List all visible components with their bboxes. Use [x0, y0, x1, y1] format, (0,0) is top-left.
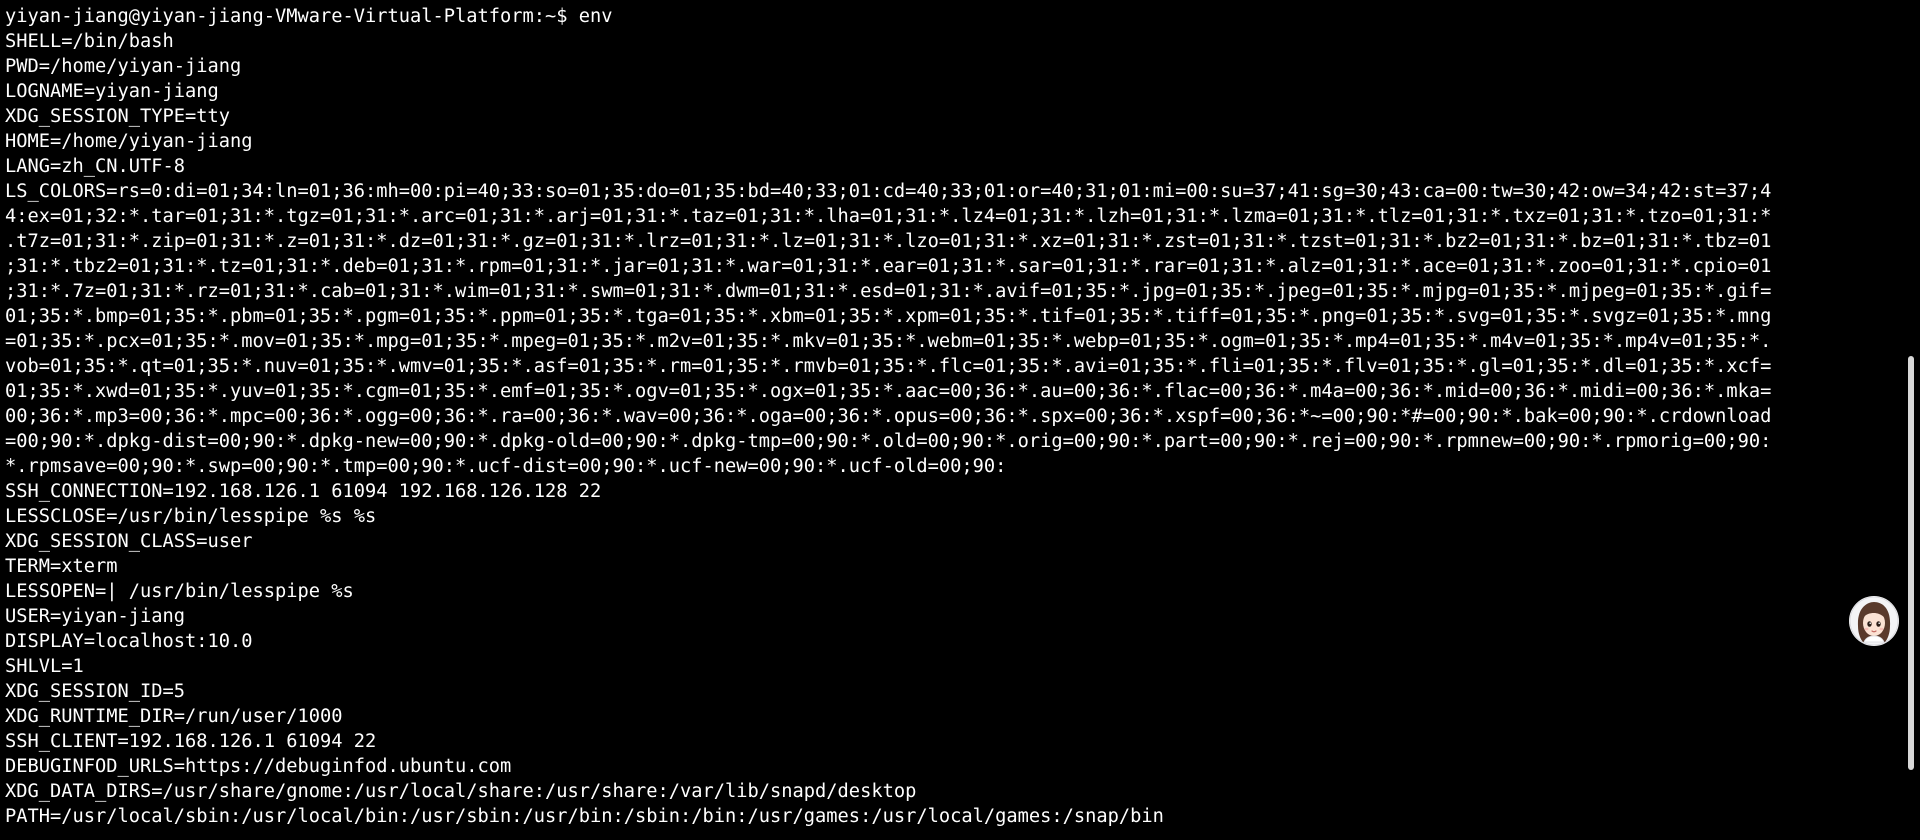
env-line-lessopen: LESSOPEN=| /usr/bin/lesspipe %s	[5, 581, 354, 602]
env-line-ls-colors-wrap: 01;35:*.xwd=01;35:*.yuv=01;35:*.cgm=01;3…	[5, 381, 1772, 402]
env-line-ls-colors-wrap: =00;90:*.dpkg-dist=00;90:*.dpkg-new=00;9…	[5, 431, 1772, 452]
env-line-ls-colors-wrap: 00;36:*.mp3=00;36:*.mpc=00;36:*.ogg=00;3…	[5, 406, 1772, 427]
env-line-pwd: PWD=/home/yiyan-jiang	[5, 56, 242, 77]
env-line-xdg-runtime-dir: XDG_RUNTIME_DIR=/run/user/1000	[5, 706, 343, 727]
env-line-shlvl: SHLVL=1	[5, 656, 84, 677]
env-line-xdg-data-dirs: XDG_DATA_DIRS=/usr/share/gnome:/usr/loca…	[5, 781, 917, 802]
scrollbar-thumb[interactable]	[1908, 356, 1914, 770]
terminal-output[interactable]: yiyan-jiang@yiyan-jiang-VMware-Virtual-P…	[5, 4, 1895, 829]
env-line-ssh-connection: SSH_CONNECTION=192.168.126.1 61094 192.1…	[5, 481, 602, 502]
env-line-shell: SHELL=/bin/bash	[5, 31, 174, 52]
env-line-lang: LANG=zh_CN.UTF-8	[5, 156, 186, 177]
env-line-term: TERM=xterm	[5, 556, 118, 577]
env-line-debuginfod-urls: DEBUGINFOD_URLS=https://debuginfod.ubunt…	[5, 756, 512, 777]
env-line-ls-colors-wrap: .t7z=01;31:*.zip=01;31:*.z=01;31:*.dz=01…	[5, 231, 1772, 252]
terminal-window[interactable]: yiyan-jiang@yiyan-jiang-VMware-Virtual-P…	[0, 0, 1900, 840]
env-line-ssh-client: SSH_CLIENT=192.168.126.1 61094 22	[5, 731, 377, 752]
env-line-ls-colors-wrap: 4:ex=01;32:*.tar=01;31:*.tgz=01;31:*.arc…	[5, 206, 1772, 227]
env-line-ls-colors-wrap: ;31:*.7z=01;31:*.rz=01;31:*.cab=01;31:*.…	[5, 281, 1772, 302]
avatar-face-icon	[1849, 596, 1899, 646]
env-line-ls-colors-wrap: vob=01;35:*.qt=01;35:*.nuv=01;35:*.wmv=0…	[5, 356, 1772, 377]
env-line-xdg-session-class: XDG_SESSION_CLASS=user	[5, 531, 253, 552]
env-line-home: HOME=/home/yiyan-jiang	[5, 131, 253, 152]
assistant-avatar-icon[interactable]	[1849, 596, 1899, 646]
prompt-line: yiyan-jiang@yiyan-jiang-VMware-Virtual-P…	[5, 6, 613, 27]
env-line-display: DISPLAY=localhost:10.0	[5, 631, 253, 652]
env-line-path: PATH=/usr/local/sbin:/usr/local/bin:/usr…	[5, 806, 1164, 827]
env-line-lessclose: LESSCLOSE=/usr/bin/lesspipe %s %s	[5, 506, 377, 527]
env-line-ls-colors-wrap: *.rpmsave=00;90:*.swp=00;90:*.tmp=00;90:…	[5, 456, 1007, 477]
env-line-ls-colors-wrap: =01;35:*.pcx=01;35:*.mov=01;35:*.mpg=01;…	[5, 331, 1772, 352]
env-line-ls-colors-wrap: ;31:*.tbz2=01;31:*.tz=01;31:*.deb=01;31:…	[5, 256, 1772, 277]
env-line-logname: LOGNAME=yiyan-jiang	[5, 81, 219, 102]
env-line-user: USER=yiyan-jiang	[5, 606, 186, 627]
env-line-ls-colors: LS_COLORS=rs=0:di=01;34:ln=01;36:mh=00:p…	[5, 181, 1772, 202]
env-line-ls-colors-wrap: 01;35:*.bmp=01;35:*.pbm=01;35:*.pgm=01;3…	[5, 306, 1772, 327]
env-line-xdg-session-id: XDG_SESSION_ID=5	[5, 681, 186, 702]
env-line-xdg-session-type: XDG_SESSION_TYPE=tty	[5, 106, 231, 127]
